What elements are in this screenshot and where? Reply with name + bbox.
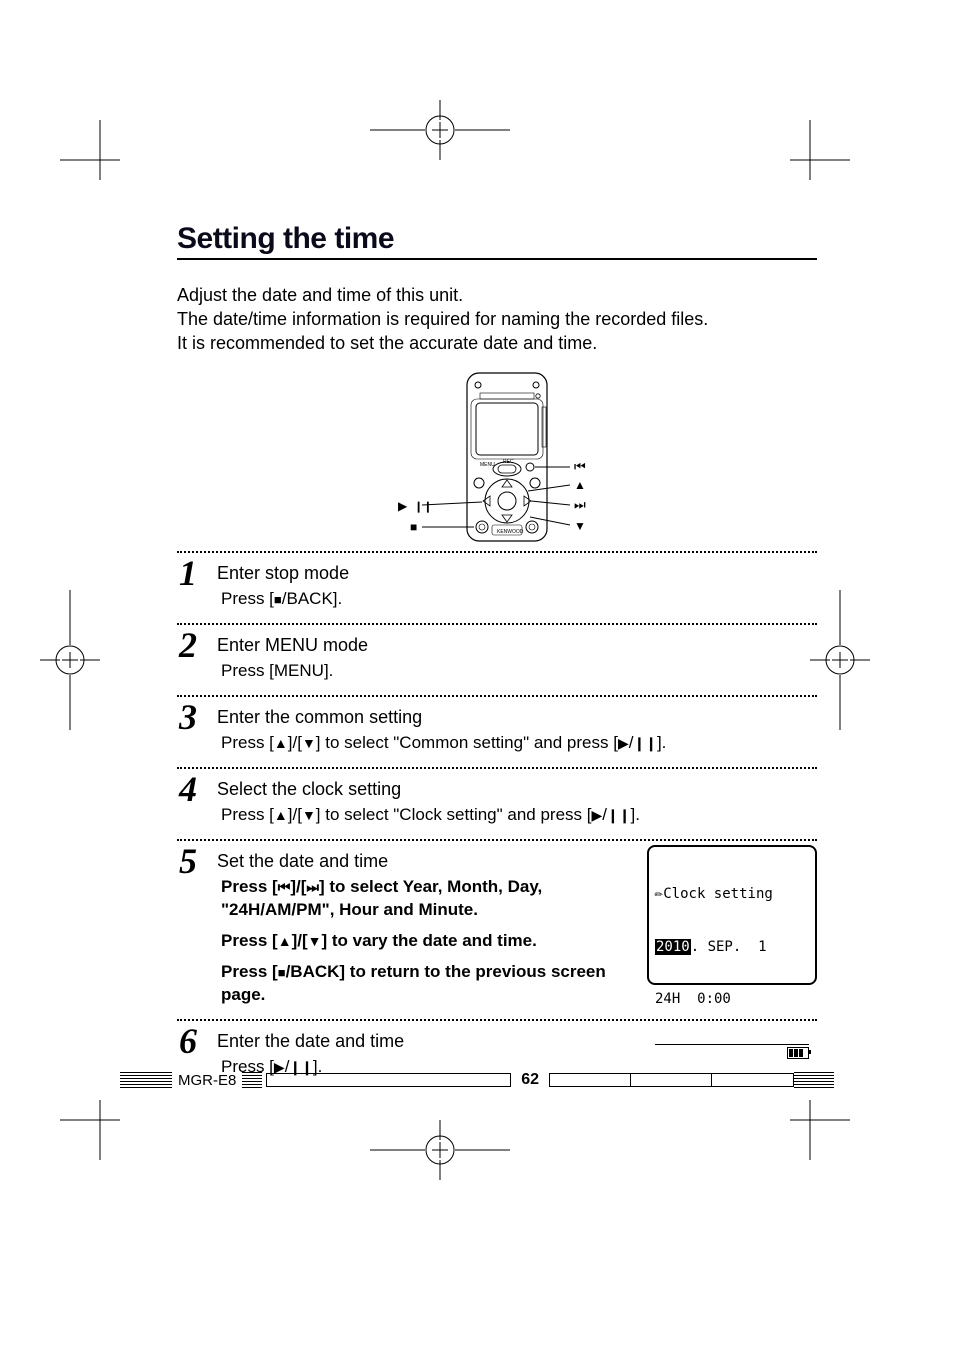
lcd-date-rest: . SEP. 1	[691, 939, 767, 955]
step-body: Press [▲]/[▼] to vary the date and time.	[221, 930, 631, 953]
crop-corner-tr	[790, 120, 850, 180]
step-body: Press [■/BACK] to return to the previous…	[221, 961, 631, 1007]
prev-icon: ⏮	[574, 459, 586, 474]
intro-line: Adjust the date and time of this unit.	[177, 284, 817, 308]
lcd-header: Clock setting	[663, 886, 773, 902]
step-1: 1 Enter stop mode Press [■/BACK].	[177, 551, 817, 623]
page-footer: MGR-E8 62	[120, 1068, 834, 1092]
stop-icon: ■	[410, 520, 417, 534]
lcd-time: 24H 0:00	[655, 991, 809, 1009]
page-number: 62	[511, 1071, 549, 1089]
footer-ornament	[242, 1072, 262, 1088]
crop-mark-bottom	[370, 1120, 510, 1180]
footer-ornament	[120, 1072, 172, 1088]
step-title: Select the clock setting	[217, 779, 817, 800]
step-5: 5 Set the date and time Press [⏮]/[⏭] to…	[177, 839, 817, 1019]
pause-icon: ❙❙	[414, 501, 432, 513]
down-icon: ▼	[574, 519, 586, 533]
footer-ornament	[794, 1072, 834, 1088]
play-icon: ▶	[398, 499, 408, 513]
crop-corner-bl	[60, 1100, 120, 1160]
step-number: 6	[179, 1023, 197, 1059]
step-number: 1	[179, 555, 197, 591]
next-icon: ⏭	[574, 497, 586, 512]
step-title: Enter MENU mode	[217, 635, 817, 656]
intro-line: It is recommended to set the accurate da…	[177, 332, 817, 356]
step-body: Press [MENU].	[221, 660, 817, 683]
lcd-year: 2010	[655, 939, 691, 955]
step-title: Set the date and time	[217, 851, 631, 872]
step-title: Enter the date and time	[217, 1031, 817, 1052]
svg-text:KENWOOD: KENWOOD	[497, 529, 524, 535]
up-icon: ▲	[574, 478, 586, 492]
step-body: Press [▲]/[▼] to select "Common setting"…	[221, 732, 817, 755]
crop-mark-right	[810, 590, 870, 730]
manual-page: Setting the time Adjust the date and tim…	[0, 0, 954, 1354]
step-body: Press [⏮]/[⏭] to select Year, Month, Day…	[221, 876, 631, 922]
crop-corner-br	[790, 1100, 850, 1160]
crop-mark-left	[40, 590, 100, 730]
step-number: 5	[179, 843, 197, 879]
step-3: 3 Enter the common setting Press [▲]/[▼]…	[177, 695, 817, 767]
crop-mark-top	[370, 100, 510, 160]
step-number: 3	[179, 699, 197, 735]
step-2: 2 Enter MENU mode Press [MENU].	[177, 623, 817, 695]
step-number: 4	[179, 771, 197, 807]
svg-text:REC: REC	[503, 459, 514, 465]
footer-rule-left	[266, 1073, 511, 1087]
step-4: 4 Select the clock setting Press [▲]/[▼]…	[177, 767, 817, 839]
crop-corner-tl	[60, 120, 120, 180]
lcd-screenshot: ✎Clock setting 2010. SEP. 1 24H 0:00	[647, 845, 817, 985]
step-number: 2	[179, 627, 197, 663]
footer-rule-right	[549, 1073, 794, 1087]
step-body: Press [▲]/[▼] to select "Clock setting" …	[221, 804, 817, 827]
svg-text:MENU: MENU	[480, 462, 495, 468]
intro-paragraph: Adjust the date and time of this unit. T…	[177, 284, 817, 355]
device-illustration: MENU REC KENWOOD ■ ▶ ❙	[352, 367, 642, 547]
step-body: Press [■/BACK].	[221, 588, 817, 611]
step-title: Enter the common setting	[217, 707, 817, 728]
section-title: Setting the time	[177, 222, 817, 260]
step-title: Enter stop mode	[217, 563, 817, 584]
intro-line: The date/time information is required fo…	[177, 308, 817, 332]
footer-model: MGR-E8	[178, 1072, 236, 1089]
